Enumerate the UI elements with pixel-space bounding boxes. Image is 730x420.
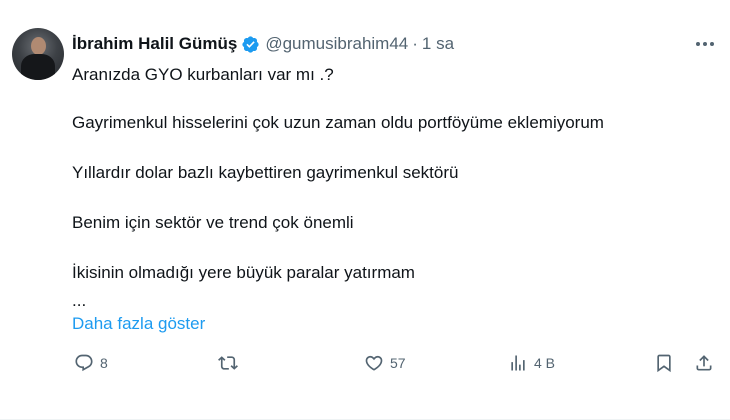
author-name[interactable]: İbrahim Halil Gümüş	[72, 34, 237, 54]
avatar-head	[31, 37, 46, 55]
share-button[interactable]	[694, 351, 714, 375]
tweet-text-line: Aranızda GYO kurbanları var mı .?	[72, 65, 334, 84]
like-button[interactable]: 57	[364, 351, 406, 375]
views-icon	[511, 355, 525, 371]
tweet-card[interactable]: İbrahim Halil Gümüş @gumusibrahim44 · 1 …	[0, 0, 730, 420]
views-button[interactable]: 4 B	[508, 351, 555, 375]
tweet-text-line: Gayrimenkul hisselerini çok uzun zaman o…	[72, 113, 604, 132]
retweet-button[interactable]	[218, 351, 244, 375]
reply-count: 8	[100, 355, 108, 371]
tweet-actions: 8 57 4 B	[68, 351, 718, 375]
tweet-text-ellipsis: ...	[72, 291, 87, 310]
author-handle[interactable]: @gumusibrahim44	[265, 34, 408, 54]
tweet-text-line: Yıllardır dolar bazlı kaybettiren gayrim…	[72, 163, 459, 182]
bookmark-button[interactable]	[654, 351, 674, 375]
avatar-body	[21, 54, 55, 80]
views-count: 4 B	[534, 355, 556, 371]
bookmark-icon	[657, 354, 671, 373]
header-separator: ·	[412, 34, 418, 53]
like-icon	[365, 355, 383, 371]
tweet-time[interactable]: 1 sa	[422, 34, 454, 54]
tweet-text-line: İkisinin olmadığı yere büyük paralar yat…	[72, 263, 415, 282]
tweet-header: İbrahim Halil Gümüş @gumusibrahim44 · 1 …	[72, 34, 454, 54]
more-icon[interactable]	[692, 34, 718, 54]
show-more-link[interactable]: Daha fazla göster	[72, 313, 205, 335]
reply-icon	[75, 354, 93, 372]
verified-badge-icon	[242, 35, 259, 53]
avatar[interactable]	[12, 28, 64, 80]
share-icon	[696, 355, 712, 371]
like-count: 57	[390, 355, 406, 371]
reply-button[interactable]: 8	[74, 351, 108, 375]
tweet-text-line: Benim için sektör ve trend çok önemli	[72, 213, 354, 232]
retweet-icon	[218, 356, 238, 370]
